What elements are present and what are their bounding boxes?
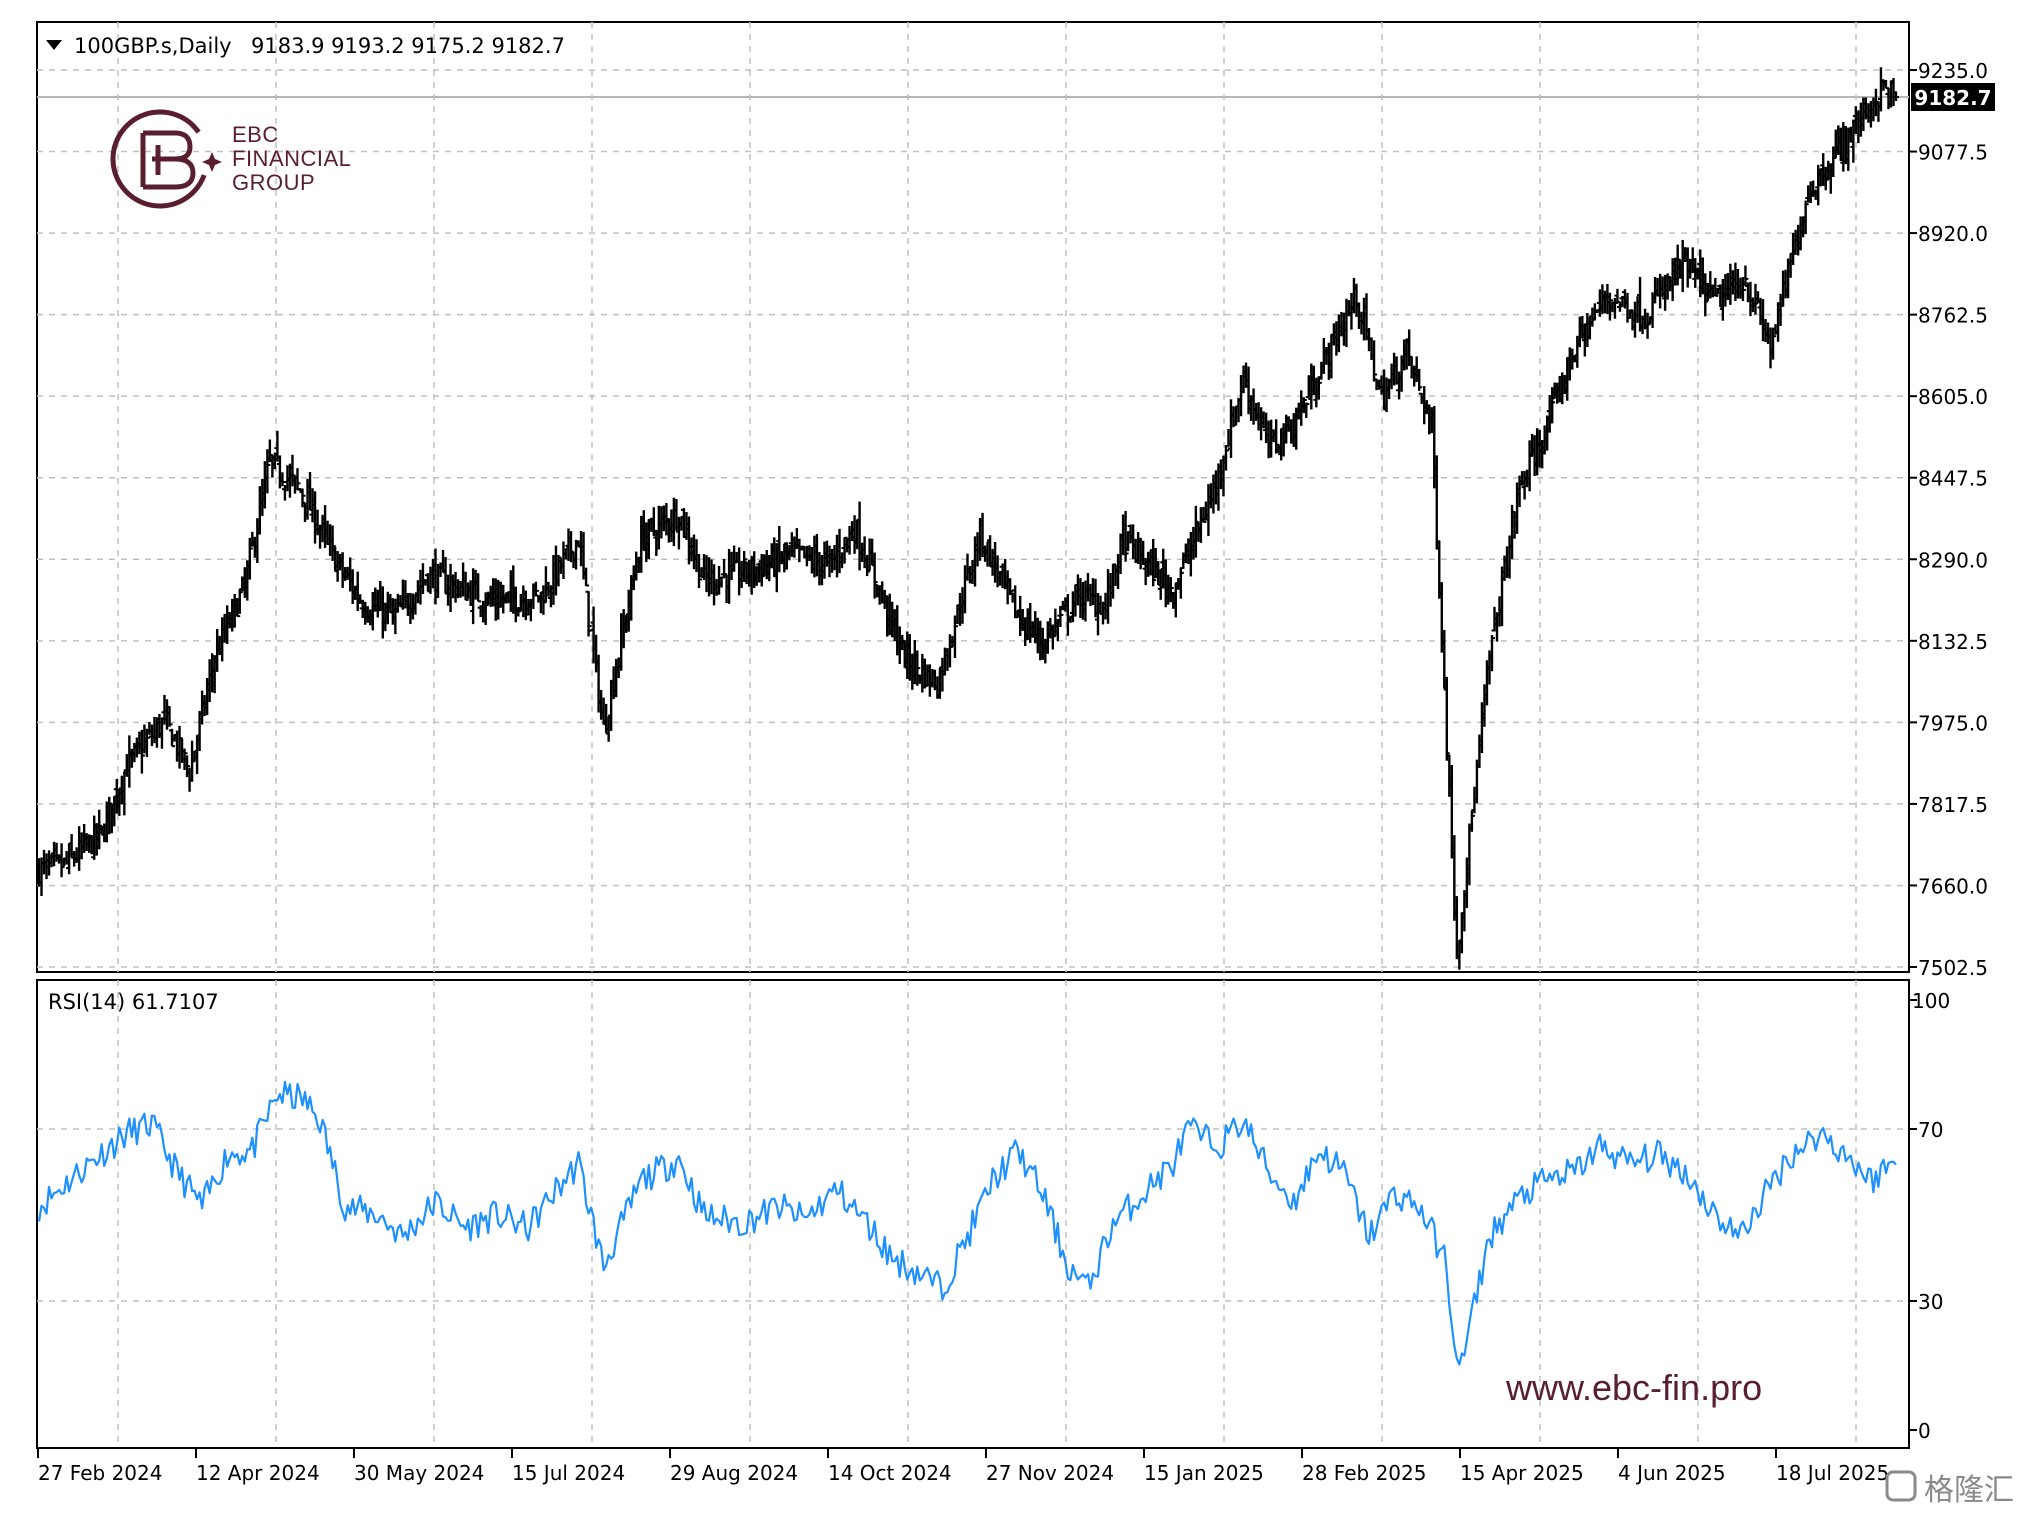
price-tick-label: 8290.0: [1918, 548, 1988, 572]
time-tick-label: 4 Jun 2025: [1618, 1461, 1726, 1485]
price-tick-label: 8920.0: [1918, 222, 1988, 246]
time-tick-label: 12 Apr 2024: [196, 1461, 320, 1485]
symbol-label: 100GBP.s,Daily: [74, 34, 232, 58]
time-tick-label: 15 Apr 2025: [1460, 1461, 1584, 1485]
current-price-label: 9182.7: [1914, 86, 1991, 110]
chart-canvas: 9235.0 9077.5 8920.0 8762.5 8605.0 8447.5 8290…: [36, 21, 2014, 1508]
price-tick-label: 8762.5: [1918, 304, 1988, 328]
rsi-tick-label: 70: [1918, 1118, 1943, 1142]
price-tick-label: 9077.5: [1918, 141, 1988, 165]
watermark: 格隆汇: [1885, 1470, 2014, 1508]
time-tick-label: 29 Aug 2024: [670, 1461, 798, 1485]
rsi-tick-label: 100: [1912, 989, 1950, 1013]
time-tick-label: 15 Jan 2025: [1144, 1461, 1264, 1485]
price-tick-label: 7975.0: [1918, 711, 1988, 735]
price-tick-label: 8132.5: [1918, 630, 1988, 654]
chart-header[interactable]: 100GBP.s,Daily 9183.9 9193.2 9175.2 9182…: [46, 34, 565, 58]
price-tick-label: 7660.0: [1918, 874, 1988, 898]
website-url: www.ebc-fin.pro: [1505, 1367, 1762, 1408]
ohlc-values: 9183.9 9193.2 9175.2 9182.7: [251, 34, 565, 58]
price-tick-label: 7817.5: [1918, 793, 1988, 817]
time-tick-label: 14 Oct 2024: [828, 1461, 952, 1485]
price-tick-label: 8605.0: [1918, 385, 1988, 409]
logo-text-group: GROUP: [232, 170, 315, 195]
price-tick-label: 8447.5: [1918, 467, 1988, 491]
time-tick-label: 27 Feb 2024: [38, 1461, 162, 1485]
rsi-tick-label: 0: [1918, 1419, 1931, 1443]
price-tick-label: 7502.5: [1918, 956, 1988, 980]
current-price-badge: 9182.7: [1911, 83, 1995, 111]
time-tick-label: 27 Nov 2024: [986, 1461, 1114, 1485]
price-axis: 9235.0 9077.5 8920.0 8762.5 8605.0 8447.5 8290…: [1909, 59, 1988, 980]
logo-text-ebc: EBC: [232, 122, 279, 147]
logo-text-financial: FINANCIAL: [232, 146, 351, 171]
watermark-text: 格隆汇: [1924, 1473, 2014, 1508]
watermark-logo-icon: [1885, 1470, 1917, 1502]
rsi-axis: 100 70 30 0: [1909, 989, 1950, 1443]
price-tick-label: 9235.0: [1918, 59, 1988, 83]
time-axis: 27 Feb 2024 12 Apr 2024 30 May 2024 15 Jul …: [37, 1448, 1889, 1485]
time-tick-label: 30 May 2024: [354, 1461, 484, 1485]
rsi-tick-label: 30: [1918, 1290, 1943, 1314]
rsi-header-label: RSI(14) 61.7107: [48, 990, 219, 1014]
time-tick-label: 28 Feb 2025: [1302, 1461, 1426, 1485]
time-tick-label: 18 Jul 2025: [1776, 1461, 1889, 1485]
time-tick-label: 15 Jul 2024: [512, 1461, 625, 1485]
